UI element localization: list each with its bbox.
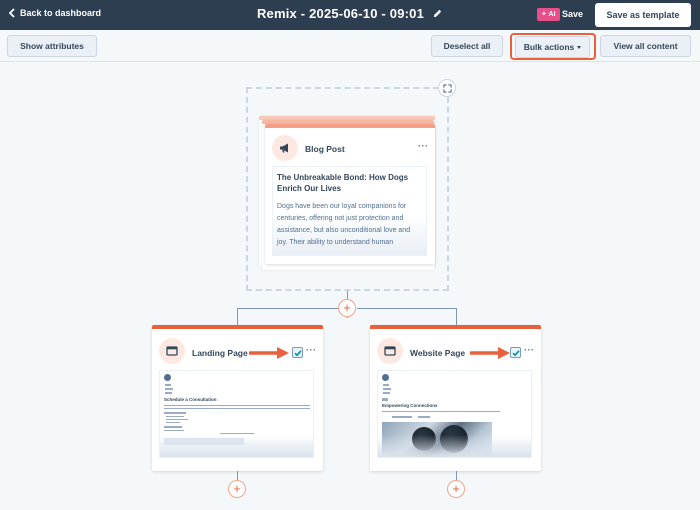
select-checkbox[interactable] [292, 347, 303, 358]
plus-icon: + [343, 300, 351, 315]
website-page-preview: Empowering Connections [377, 370, 532, 458]
card-type-label: Blog Post [305, 144, 345, 154]
preview-fade [378, 435, 531, 457]
expand-icon [442, 83, 452, 93]
mini-text-line [166, 416, 184, 417]
save-button[interactable]: Save [562, 9, 583, 19]
connector-line [456, 471, 457, 480]
more-options-button[interactable]: ··· [306, 345, 317, 355]
view-all-content-button[interactable]: View all content [600, 35, 691, 57]
connector-line [237, 308, 338, 309]
preview-heading: Empowering Connections [382, 403, 438, 408]
page-icon-circle [159, 338, 185, 364]
website-page-card[interactable]: Website Page ··· Empowering Connections [370, 325, 541, 471]
mini-button-line [418, 416, 430, 418]
mini-button-line [392, 416, 412, 418]
save-as-template-button[interactable]: Save as template [595, 3, 691, 27]
expand-button[interactable] [438, 79, 456, 97]
mini-nav-line [165, 388, 173, 390]
mini-text-line [164, 405, 310, 406]
bulk-actions-button[interactable]: Bulk actions [515, 36, 590, 58]
page-title: Remix - 2025-06-10 - 09:01 [256, 6, 425, 21]
arrow-annotation-icon [249, 347, 289, 359]
select-checkbox[interactable] [510, 347, 521, 358]
bulk-actions-label: Bulk actions [523, 42, 575, 52]
ai-badge[interactable]: ✦ AI [537, 8, 560, 21]
blog-post-card[interactable]: Blog Post ··· The Unbreakable Bond: How … [265, 124, 435, 264]
toolbar: Show attributes Deselect all Bulk action… [0, 30, 700, 62]
preview-fade [160, 435, 313, 457]
caret-down-icon [577, 46, 582, 50]
add-button[interactable]: + [228, 480, 246, 498]
checkmark-icon [511, 349, 520, 356]
mini-text-line [382, 398, 388, 401]
mini-text-line [164, 412, 186, 414]
more-options-button[interactable]: ··· [524, 345, 535, 355]
post-excerpt: Dogs have been our loyal companions for … [277, 203, 411, 246]
card-type-label: Website Page [410, 348, 466, 358]
top-bar: Back to dashboard Remix - 2025-06-10 - 0… [0, 0, 700, 30]
connector-line [347, 317, 348, 318]
mini-text-line [164, 408, 310, 409]
mini-nav-line [383, 392, 390, 394]
connector-line [357, 308, 456, 309]
mini-text-line [166, 422, 180, 423]
connector-line [237, 308, 238, 325]
show-attributes-button[interactable]: Show attributes [7, 35, 97, 57]
add-button[interactable]: + [338, 299, 356, 317]
landing-page-card[interactable]: Landing Page ··· Schedule a Consultation [152, 325, 323, 471]
arrow-annotation-icon [470, 347, 510, 359]
mini-text-line [220, 433, 254, 434]
browser-window-icon [166, 346, 178, 356]
plus-icon: + [452, 481, 460, 496]
mini-text-line [166, 419, 188, 420]
checkmark-icon [293, 349, 302, 356]
post-title: The Unbreakable Bond: How Dogs Enrich Ou… [277, 173, 409, 193]
blog-preview: The Unbreakable Bond: How Dogs Enrich Ou… [272, 166, 427, 256]
connector-line [237, 471, 238, 480]
megaphone-icon [280, 143, 288, 153]
card-type-label: Landing Page [192, 348, 248, 358]
deselect-all-button[interactable]: Deselect all [431, 35, 503, 57]
page-icon-circle [377, 338, 403, 364]
pencil-icon[interactable] [432, 8, 443, 19]
mini-text-line [382, 411, 500, 412]
blog-icon-circle [272, 135, 298, 161]
mini-logo [164, 374, 171, 381]
browser-window-icon [384, 346, 396, 356]
plus-icon: + [233, 481, 241, 496]
connector-line [347, 291, 348, 299]
mini-nav-line [165, 392, 172, 394]
mini-nav-line [165, 384, 171, 386]
preview-heading: Schedule a Consultation [164, 397, 217, 402]
mini-text-line [164, 430, 184, 431]
mini-text-line [164, 426, 182, 428]
connector-line [456, 308, 457, 325]
mini-nav-line [383, 384, 389, 386]
bulk-actions-highlight: Bulk actions [510, 33, 596, 60]
landing-page-preview: Schedule a Consultation [159, 370, 314, 458]
more-options-button[interactable]: ··· [418, 141, 429, 151]
mini-logo [382, 374, 389, 381]
add-button[interactable]: + [447, 480, 465, 498]
mini-nav-line [383, 388, 391, 390]
